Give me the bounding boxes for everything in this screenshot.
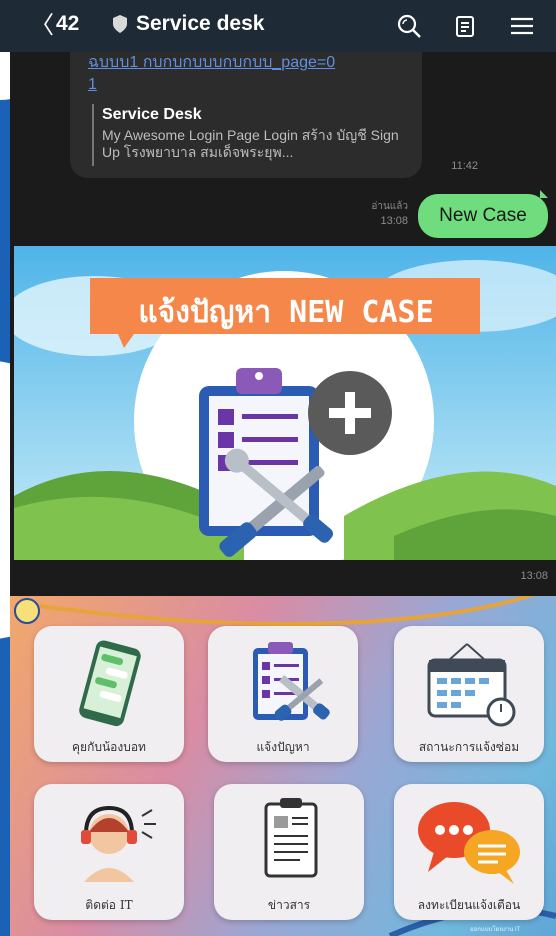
chat-header: 〈 42 Service desk (0, 0, 556, 52)
menu-item-label: คุยกับน้องบอท (72, 740, 146, 754)
chat-phone-icon (79, 640, 141, 727)
preview-divider (92, 104, 94, 166)
chat-title: Service desk (136, 12, 265, 35)
menu-item-repair-status[interactable]: สถานะการแจ้งซ่อม (394, 626, 544, 762)
designer-credit: ออกแบบโดยงาน IT (470, 927, 521, 933)
menu-item-contact-it[interactable]: ติดต่อ IT (34, 784, 184, 920)
menu-item-label: ลงทะเบียนแจ้งเตือน (417, 898, 521, 912)
search-icon[interactable] (395, 12, 423, 40)
read-status: อ่านแล้ว (371, 201, 408, 212)
read-receipt: อ่านแล้ว 13:08 (354, 200, 408, 228)
headset-agent-icon (81, 805, 156, 882)
link-preview-title[interactable]: Service Desk (102, 106, 202, 124)
sent-time: 13:08 (380, 215, 408, 227)
speech-bubbles-icon (418, 802, 520, 884)
message-time: 11:42 (451, 160, 478, 172)
banner-text: แจ้งปัญหา NEW CASE (138, 295, 433, 330)
menu-item-label: สถานะการแจ้งซ่อม (418, 740, 520, 754)
menu-item-label: แจ้งปัญหา (256, 740, 310, 754)
menu-item-label: ติดต่อ IT (85, 898, 133, 912)
new-case-image[interactable]: แจ้งปัญหา NEW CASE (14, 246, 556, 560)
menu-icon[interactable] (508, 12, 536, 40)
menu-item-report-issue[interactable]: แจ้งปัญหา (208, 626, 358, 762)
menu-item-chat-bot[interactable]: คุยกับน้องบอท (34, 626, 184, 762)
image-time: 13:08 (520, 570, 548, 582)
link-url[interactable]: ฉบบบ1 กบกบกบบบกบกบบ_page=0 1 (88, 52, 418, 96)
link-preview-description: My Awesome Login Page Login สร้าง บัญชี … (102, 127, 399, 160)
menu-item-news[interactable]: ข่าวสาร (214, 784, 364, 920)
calendar-clock-icon (427, 643, 516, 727)
unread-count: 42 (56, 12, 80, 35)
shield-icon (113, 15, 127, 33)
sent-message-text: New Case (439, 205, 527, 226)
back-button[interactable]: 〈 (30, 12, 54, 38)
menu-item-register-alerts[interactable]: ลงทะเบียนแจ้งเตือน (394, 784, 544, 920)
notes-icon[interactable] (451, 12, 479, 40)
hospital-logo (14, 598, 40, 624)
clipboard-tools-icon (253, 642, 330, 721)
news-clipboard-icon (264, 798, 318, 878)
menu-item-label: ข่าวสาร (267, 898, 311, 912)
